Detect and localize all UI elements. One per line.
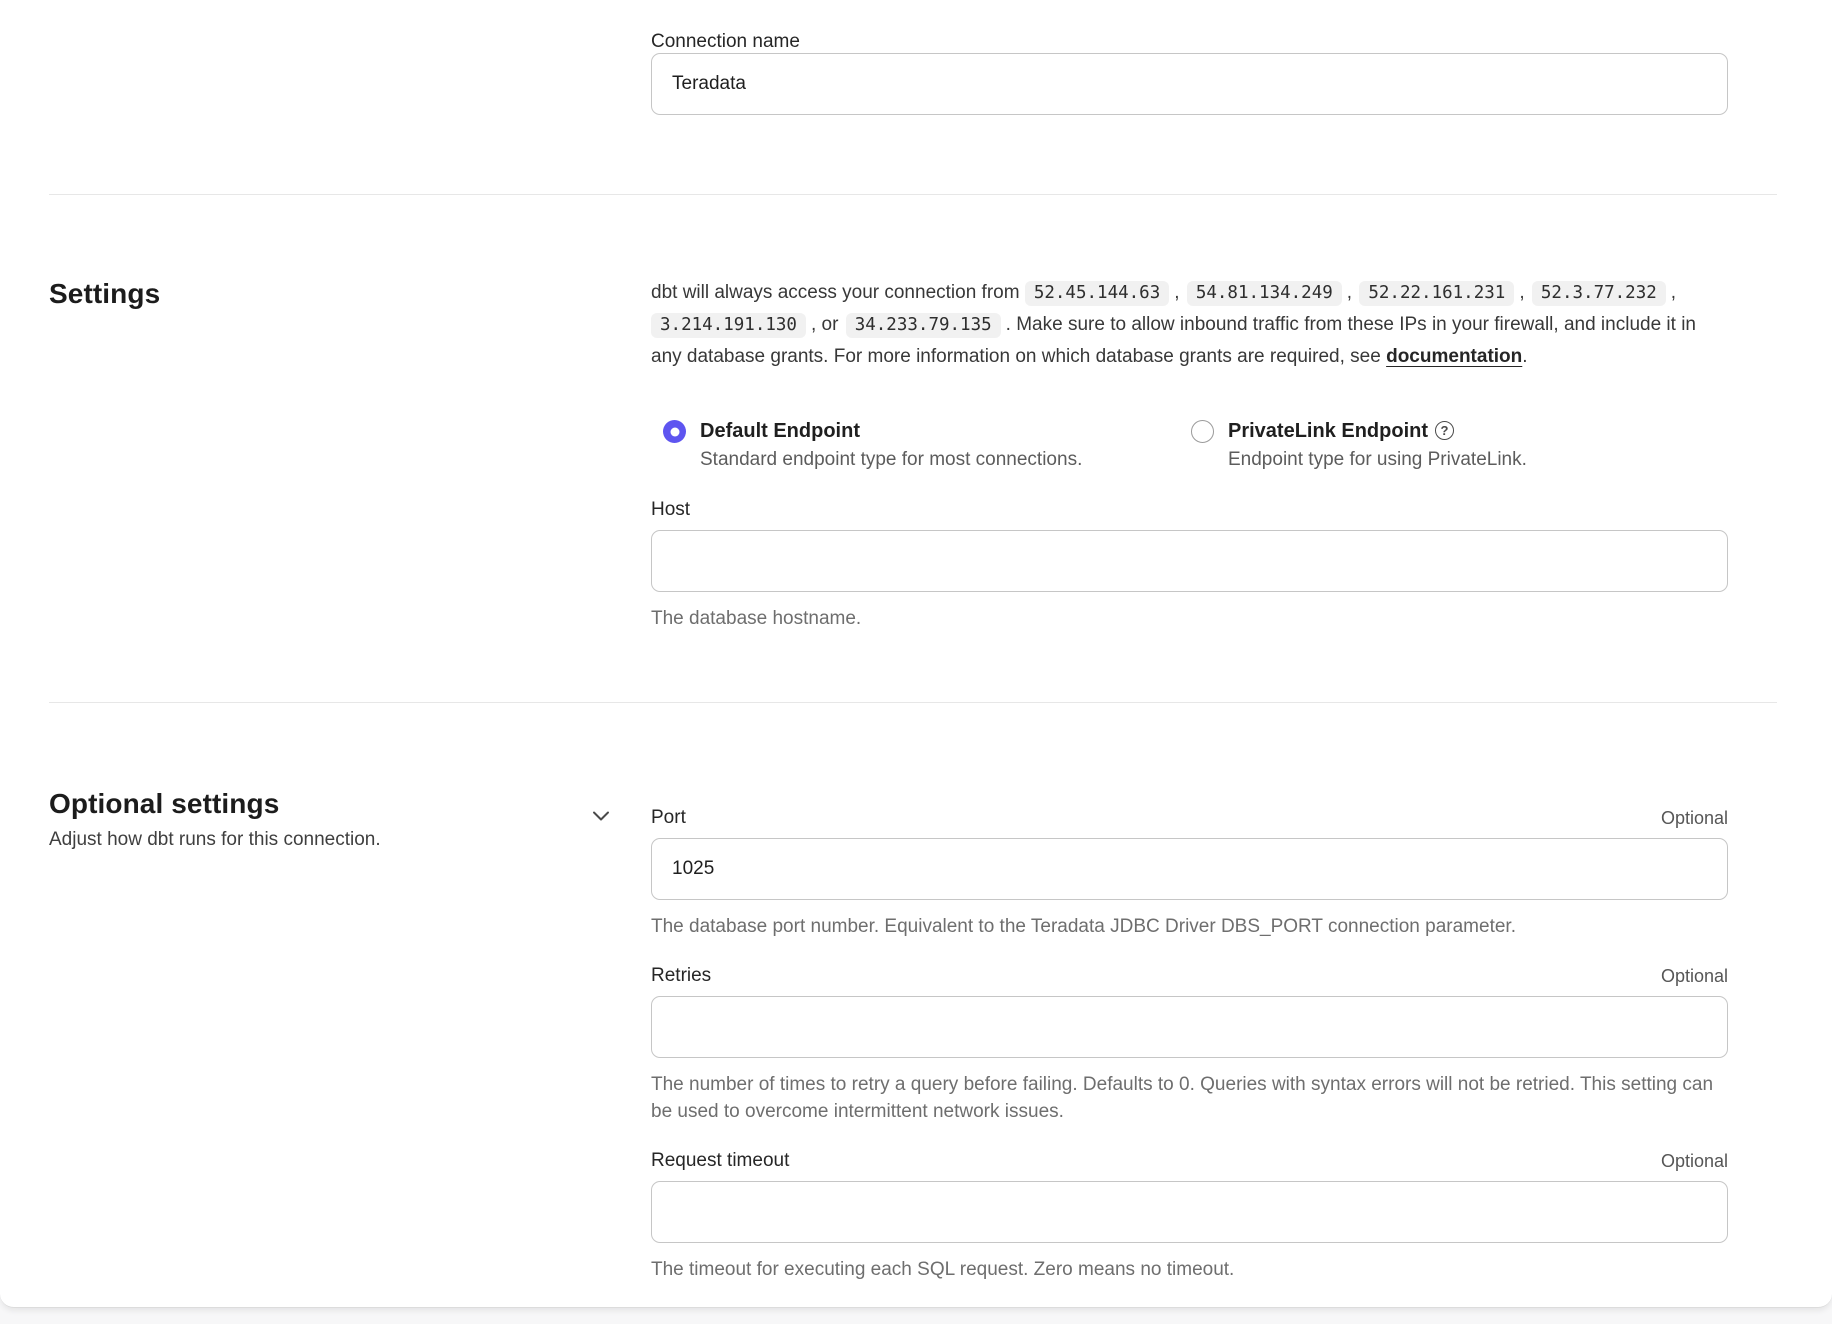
port-input[interactable] bbox=[651, 838, 1728, 900]
retries-field-group: Retries Optional The number of times to … bbox=[651, 965, 1728, 1125]
optional-badge: Optional bbox=[1661, 966, 1728, 987]
radio-desc-default-endpoint: Standard endpoint type for most connecti… bbox=[700, 447, 1082, 473]
host-helper-text: The database hostname. bbox=[651, 605, 1728, 632]
radio-label-default-endpoint: Default Endpoint bbox=[700, 418, 860, 444]
settings-section: Settings dbt will always access your con… bbox=[0, 195, 1832, 632]
connection-name-label: Connection name bbox=[651, 31, 1728, 53]
ip-allowlist-note: dbt will always access your connection f… bbox=[651, 277, 1728, 372]
radio-unselected-icon[interactable] bbox=[1191, 420, 1214, 443]
request-timeout-helper-text: The timeout for executing each SQL reque… bbox=[651, 1256, 1728, 1283]
ip-address-chip: 34.233.79.135 bbox=[846, 313, 1001, 338]
radio-option-default-endpoint[interactable]: Default Endpoint Standard endpoint type … bbox=[663, 418, 1191, 473]
port-helper-text: The database port number. Equivalent to … bbox=[651, 913, 1728, 940]
radio-label-privatelink-endpoint: PrivateLink Endpoint bbox=[1228, 418, 1428, 444]
optional-badge: Optional bbox=[1661, 808, 1728, 829]
help-icon[interactable]: ? bbox=[1435, 421, 1454, 440]
port-label: Port bbox=[651, 807, 686, 829]
connection-settings-panel: Connection name Settings dbt will always… bbox=[0, 0, 1832, 1308]
connection-name-input[interactable] bbox=[651, 53, 1728, 115]
ip-address-chip: 52.22.161.231 bbox=[1359, 281, 1514, 306]
ip-address-chip: 3.214.191.130 bbox=[651, 313, 806, 338]
optional-badge: Optional bbox=[1661, 1151, 1728, 1172]
request-timeout-label: Request timeout bbox=[651, 1150, 789, 1172]
retries-label: Retries bbox=[651, 965, 711, 987]
connection-name-section: Connection name bbox=[0, 0, 1832, 115]
port-field-group: Port Optional The database port number. … bbox=[651, 807, 1728, 940]
settings-heading: Settings bbox=[49, 277, 651, 311]
ip-note-intro: dbt will always access your connection f… bbox=[651, 282, 1020, 303]
chevron-down-icon bbox=[590, 805, 612, 827]
retries-input[interactable] bbox=[651, 996, 1728, 1058]
optional-settings-section: Optional settings Adjust how dbt runs fo… bbox=[0, 703, 1832, 1283]
retries-helper-text: The number of times to retry a query bef… bbox=[651, 1071, 1728, 1125]
optional-settings-subheading: Adjust how dbt runs for this connection. bbox=[49, 827, 651, 853]
optional-settings-heading: Optional settings bbox=[49, 787, 651, 821]
ip-address-chip: 54.81.134.249 bbox=[1187, 281, 1342, 306]
radio-desc-privatelink-endpoint: Endpoint type for using PrivateLink. bbox=[1228, 447, 1527, 473]
request-timeout-field-group: Request timeout Optional The timeout for… bbox=[651, 1150, 1728, 1283]
host-label: Host bbox=[651, 499, 1728, 521]
ip-address-chip: 52.3.77.232 bbox=[1532, 281, 1666, 306]
request-timeout-input[interactable] bbox=[651, 1181, 1728, 1243]
radio-selected-icon[interactable] bbox=[663, 420, 686, 443]
host-field-group: Host The database hostname. bbox=[651, 499, 1728, 632]
endpoint-type-radio-group: Default Endpoint Standard endpoint type … bbox=[663, 418, 1728, 473]
collapse-section-button[interactable] bbox=[588, 803, 614, 829]
documentation-link[interactable]: documentation bbox=[1386, 346, 1522, 367]
host-input[interactable] bbox=[651, 530, 1728, 592]
ip-address-chip: 52.45.144.63 bbox=[1025, 281, 1169, 306]
radio-option-privatelink-endpoint[interactable]: PrivateLink Endpoint? Endpoint type for … bbox=[1191, 418, 1527, 473]
